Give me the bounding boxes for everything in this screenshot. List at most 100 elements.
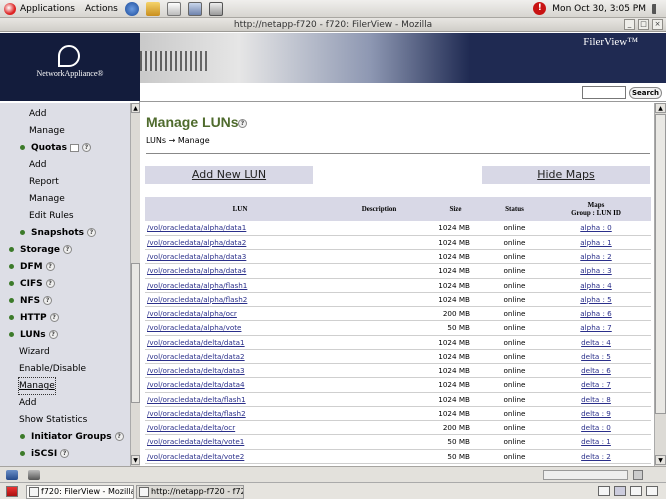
help-icon[interactable]: ? bbox=[114, 432, 124, 441]
lun-link[interactable]: /vol/oracledata/alpha/data2 bbox=[145, 235, 335, 251]
security-lock-icon[interactable] bbox=[633, 470, 643, 480]
browser-launcher-icon[interactable] bbox=[124, 1, 139, 16]
minimize-button[interactable]: _ bbox=[624, 19, 635, 30]
lun-link[interactable]: /vol/oracledata/alpha/ocr bbox=[145, 306, 335, 322]
window-icon[interactable] bbox=[69, 143, 79, 152]
lun-link[interactable]: /vol/oracledata/alpha/data4 bbox=[145, 263, 335, 279]
lun-link[interactable]: /vol/oracledata/delta/data3 bbox=[145, 363, 335, 379]
actions-menu[interactable]: Actions bbox=[85, 4, 118, 14]
maximize-button[interactable]: □ bbox=[638, 19, 649, 30]
lun-map-link[interactable]: alpha : 7 bbox=[541, 320, 651, 336]
content-scroll-thumb[interactable] bbox=[655, 114, 666, 414]
mail-launcher-icon[interactable] bbox=[145, 1, 160, 16]
nav-item-nfs[interactable]: NFS? bbox=[9, 293, 53, 309]
help-icon[interactable]: ? bbox=[48, 330, 58, 339]
col-header-description[interactable]: Description bbox=[335, 197, 423, 221]
scroll-down-arrow-icon[interactable]: ▼ bbox=[131, 455, 140, 465]
clock[interactable]: Mon Oct 30, 3:05 PM bbox=[552, 4, 646, 14]
nav-item-iscsi[interactable]: iSCSI? bbox=[20, 446, 70, 462]
help-icon[interactable]: ? bbox=[87, 228, 97, 237]
nav-scroll-thumb[interactable] bbox=[131, 263, 140, 403]
help-icon[interactable]: ? bbox=[45, 262, 55, 271]
nav-item-luns-add[interactable]: Add bbox=[19, 395, 36, 411]
nav-item-edit-rules[interactable]: Edit Rules bbox=[29, 208, 74, 224]
nav-item-http[interactable]: HTTP? bbox=[9, 310, 59, 326]
nav-item-snapshots[interactable]: Snapshots? bbox=[20, 225, 97, 241]
search-button[interactable]: Search bbox=[629, 87, 662, 99]
nav-item-storage[interactable]: Storage? bbox=[9, 242, 73, 258]
nav-item-manage[interactable]: Manage bbox=[29, 123, 65, 139]
lun-link[interactable]: /vol/oracledata/delta/ocr bbox=[145, 420, 335, 436]
window-titlebar[interactable]: http://netapp-f720 - f720: FilerView - M… bbox=[0, 18, 666, 32]
lun-link[interactable]: /vol/oracledata/alpha/flash2 bbox=[145, 292, 335, 308]
lun-link[interactable]: /vol/oracledata/alpha/data3 bbox=[145, 249, 335, 265]
lun-map-link[interactable]: delta : 1 bbox=[541, 434, 651, 450]
content-scrollbar[interactable]: ▲ ▼ bbox=[654, 103, 666, 466]
presentation-launcher-icon[interactable] bbox=[187, 1, 202, 16]
lun-map-link[interactable]: delta : 8 bbox=[541, 392, 651, 407]
lun-map-link[interactable]: alpha : 6 bbox=[541, 306, 651, 322]
col-header-status[interactable]: Status bbox=[488, 197, 541, 221]
gnome-foot-icon[interactable] bbox=[4, 2, 16, 15]
scroll-up-arrow-icon[interactable]: ▲ bbox=[655, 103, 666, 113]
col-header-size[interactable]: Size bbox=[423, 197, 488, 221]
lun-map-link[interactable]: delta : 2 bbox=[541, 449, 651, 464]
lun-link[interactable]: /vol/oracledata/delta/data4 bbox=[145, 377, 335, 393]
nav-item-quotas-add[interactable]: Add bbox=[29, 157, 46, 173]
help-icon[interactable]: ? bbox=[43, 296, 53, 305]
lun-link[interactable]: /vol/oracledata/delta/vote1 bbox=[145, 434, 335, 450]
applications-menu[interactable]: Applications bbox=[20, 4, 75, 14]
lun-link[interactable]: /vol/oracledata/alpha/flash1 bbox=[145, 278, 335, 293]
lun-map-link[interactable]: delta : 7 bbox=[541, 377, 651, 393]
printer-launcher-icon[interactable] bbox=[208, 1, 223, 16]
nav-item-quotas[interactable]: Quotas? bbox=[20, 140, 91, 156]
col-header-lun[interactable]: LUN bbox=[145, 197, 335, 221]
lun-map-link[interactable]: alpha : 3 bbox=[541, 263, 651, 279]
workspace-1[interactable] bbox=[598, 486, 610, 496]
nav-item-quotas-report[interactable]: Report bbox=[29, 174, 59, 190]
nav-item-quotas-manage[interactable]: Manage bbox=[29, 191, 65, 207]
lun-link[interactable]: /vol/oracledata/delta/flash2 bbox=[145, 406, 335, 422]
lun-map-link[interactable]: alpha : 0 bbox=[541, 221, 651, 236]
nav-item-enable-disable[interactable]: Enable/Disable bbox=[19, 361, 86, 377]
nav-scrollbar[interactable]: ▲ ▼ bbox=[130, 103, 140, 466]
nav-item-add[interactable]: Add bbox=[29, 106, 46, 122]
lun-link[interactable]: /vol/oracledata/delta/data2 bbox=[145, 349, 335, 365]
editor-launcher-icon[interactable] bbox=[166, 1, 181, 16]
scroll-down-arrow-icon[interactable]: ▼ bbox=[655, 455, 666, 465]
lun-map-link[interactable]: delta : 0 bbox=[541, 420, 651, 436]
lun-map-link[interactable]: delta : 6 bbox=[541, 363, 651, 379]
lun-link[interactable]: /vol/oracledata/alpha/vote bbox=[145, 320, 335, 336]
nav-item-initiator-groups[interactable]: Initiator Groups? bbox=[20, 429, 124, 445]
lun-map-link[interactable]: delta : 5 bbox=[541, 349, 651, 365]
search-input[interactable] bbox=[582, 86, 626, 99]
lun-link[interactable]: /vol/oracledata/delta/flash1 bbox=[145, 392, 335, 407]
help-icon[interactable]: ? bbox=[45, 279, 55, 288]
nav-item-cifs[interactable]: CIFS? bbox=[9, 276, 55, 292]
workspace-2[interactable] bbox=[614, 486, 626, 496]
workspace-4[interactable] bbox=[646, 486, 658, 496]
nav-item-dfm[interactable]: DFM? bbox=[9, 259, 55, 275]
update-alert-icon[interactable]: ! bbox=[533, 2, 547, 15]
lun-link[interactable]: /vol/oracledata/delta/vote2 bbox=[145, 449, 335, 464]
nav-item-wizard[interactable]: Wizard bbox=[19, 344, 50, 360]
lun-map-link[interactable]: delta : 9 bbox=[541, 406, 651, 422]
scroll-up-arrow-icon[interactable]: ▲ bbox=[131, 103, 140, 113]
navigator-icon[interactable] bbox=[6, 470, 18, 480]
lun-map-link[interactable]: alpha : 2 bbox=[541, 249, 651, 265]
lun-map-link[interactable]: alpha : 1 bbox=[541, 235, 651, 251]
lun-map-link[interactable]: alpha : 5 bbox=[541, 292, 651, 308]
nav-item-show-statistics[interactable]: Show Statistics bbox=[19, 412, 87, 428]
volume-icon[interactable] bbox=[652, 3, 662, 14]
lun-link[interactable]: /vol/oracledata/delta/data1 bbox=[145, 335, 335, 350]
help-icon[interactable]: ? bbox=[60, 449, 70, 458]
taskbar-button-url[interactable]: http://netapp-f720 - f720: bbox=[136, 485, 244, 499]
workspace-3[interactable] bbox=[630, 486, 642, 496]
hide-maps-button[interactable]: Hide Maps bbox=[482, 166, 650, 184]
lun-map-link[interactable]: alpha : 4 bbox=[541, 278, 651, 293]
show-desktop-icon[interactable] bbox=[6, 486, 18, 497]
help-icon[interactable]: ? bbox=[238, 119, 247, 128]
composer-icon[interactable] bbox=[28, 470, 40, 480]
taskbar-button-filerview[interactable]: f720: FilerView - Mozilla bbox=[26, 485, 134, 499]
close-button[interactable]: × bbox=[652, 19, 663, 30]
